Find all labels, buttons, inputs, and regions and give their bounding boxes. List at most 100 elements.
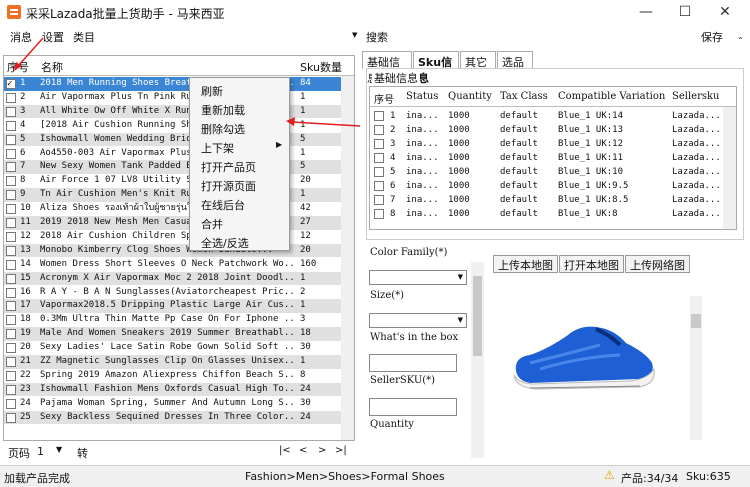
sku-cell-tax: default: [500, 209, 538, 219]
sku-col-variation[interactable]: Compatible Variation: [558, 91, 665, 102]
upload-web-image-button[interactable]: 上传网络图: [625, 255, 690, 273]
sku-row-checkbox[interactable]: [374, 111, 384, 121]
open-local-image-button[interactable]: 打开本地图: [559, 255, 624, 273]
form-scrollbar[interactable]: [471, 262, 484, 458]
sku-row[interactable]: 5 ina... 1000 default Blue_1 UK:10 Lazada...: [370, 165, 725, 179]
sku-row-checkbox[interactable]: [374, 125, 384, 135]
whats-in-box-label: What's in the box: [370, 332, 459, 343]
status-text: 加载产品完成: [4, 472, 70, 485]
tab-other[interactable]: 其它: [460, 51, 496, 69]
color-family-label: Color Family(*): [370, 247, 448, 258]
form-scroll-thumb[interactable]: [473, 276, 482, 356]
sku-cell-seller: Lazada...: [672, 167, 721, 177]
size-select[interactable]: ▼: [369, 313, 467, 328]
sku-row-checkbox[interactable]: [374, 153, 384, 163]
sku-cell-seller: Lazada...: [672, 209, 721, 219]
whats-in-box-input[interactable]: [369, 354, 457, 372]
product-shoe-image: [513, 326, 655, 390]
sku-cell-no: 5: [390, 167, 396, 177]
sku-cell-status: ina...: [406, 125, 439, 135]
sku-row-checkbox[interactable]: [374, 139, 384, 149]
sku-cell-status: ina...: [406, 167, 439, 177]
sku-cell-qty: 1000: [448, 167, 470, 177]
sku-cell-var: Blue_1 UK:10: [558, 167, 624, 177]
sku-cell-no: 3: [390, 139, 396, 149]
sku-row-checkbox[interactable]: [374, 209, 384, 219]
sku-cell-qty: 1000: [448, 125, 470, 135]
image-scrollbar[interactable]: [690, 296, 702, 440]
sku-cell-status: ina...: [406, 209, 439, 219]
warning-icon: ⚠: [604, 468, 615, 482]
sku-cell-seller: Lazada...: [672, 139, 721, 149]
sku-cell-seller: Lazada...: [672, 181, 721, 191]
sku-col-sellersku[interactable]: Sellersku: [672, 91, 720, 102]
sku-col-index[interactable]: 序号: [374, 91, 394, 106]
sku-row[interactable]: 2 ina... 1000 default Blue_1 UK:13 Lazada...: [370, 123, 725, 137]
sku-cell-var: Blue_1 UK:13: [558, 125, 624, 135]
image-scroll-thumb[interactable]: [691, 314, 701, 328]
sku-row[interactable]: 8 ina... 1000 default Blue_1 UK:8 Lazada...: [370, 207, 725, 221]
sku-cell-tax: default: [500, 181, 538, 191]
sku-cell-status: ina...: [406, 139, 439, 149]
sku-col-status[interactable]: Status: [406, 91, 438, 102]
seller-sku-input[interactable]: [369, 398, 457, 416]
sku-row[interactable]: 1 ina... 1000 default Blue_1 UK:14 Lazada...: [370, 109, 725, 123]
sku-cell-seller: Lazada...: [672, 195, 721, 205]
tab-basic-info[interactable]: 基础信息: [362, 51, 412, 85]
size-label: Size(*): [370, 290, 405, 301]
sku-cell-seller: Lazada...: [672, 111, 721, 121]
sku-row[interactable]: 6 ina... 1000 default Blue_1 UK:9.5 Lazada...: [370, 179, 725, 193]
sku-row[interactable]: 4 ina... 1000 default Blue_1 UK:11 Lazada...: [370, 151, 725, 165]
tab-product-select[interactable]: 选品: [497, 51, 533, 69]
sku-cell-no: 8: [390, 209, 396, 219]
sku-cell-tax: default: [500, 125, 538, 135]
sku-cell-var: Blue_1 UK:12: [558, 139, 624, 149]
product-count: 产品:34/34: [621, 472, 679, 485]
seller-sku-label: SellerSKU(*): [370, 375, 436, 386]
sku-cell-seller: Lazada...: [672, 153, 721, 163]
sku-cell-no: 2: [390, 125, 396, 135]
sku-cell-status: ina...: [406, 111, 439, 121]
sku-cell-tax: default: [500, 195, 538, 205]
sku-cell-var: Blue_1 UK:11: [558, 153, 624, 163]
sku-cell-qty: 1000: [448, 195, 470, 205]
sku-row-checkbox[interactable]: [374, 195, 384, 205]
sku-col-quantity[interactable]: Quantity: [448, 91, 492, 102]
sku-grid: 序号 Status Quantity Tax Class Compatible …: [369, 86, 737, 230]
category-path: Fashion>Men>Shoes>Formal Shoes: [245, 470, 445, 483]
sku-cell-var: Blue_1 UK:8.5: [558, 195, 629, 205]
sku-cell-qty: 1000: [448, 153, 470, 163]
sku-cell-tax: default: [500, 111, 538, 121]
sku-cell-qty: 1000: [448, 111, 470, 121]
chevron-down-icon: ▼: [457, 316, 463, 324]
sku-cell-qty: 1000: [448, 209, 470, 219]
sku-cell-tax: default: [500, 167, 538, 177]
sku-scrollbar[interactable]: [723, 107, 736, 229]
sku-row-checkbox[interactable]: [374, 167, 384, 177]
tab-sku-info[interactable]: Sku信息: [413, 51, 459, 85]
sku-cell-qty: 1000: [448, 139, 470, 149]
sku-cell-qty: 1000: [448, 181, 470, 191]
sku-cell-tax: default: [500, 139, 538, 149]
sku-grid-header: 序号 Status Quantity Tax Class Compatible …: [370, 87, 736, 107]
sku-cell-status: ina...: [406, 195, 439, 205]
sku-cell-tax: default: [500, 153, 538, 163]
sku-row[interactable]: 3 ina... 1000 default Blue_1 UK:12 Lazada...: [370, 137, 725, 151]
sku-cell-seller: Lazada...: [672, 125, 721, 135]
chevron-down-icon: ▼: [457, 273, 463, 281]
group-title: 基础信息: [372, 70, 420, 86]
upload-local-image-button[interactable]: 上传本地图: [493, 255, 558, 273]
quantity-label: Quantity: [370, 419, 414, 430]
sku-count: Sku:635: [686, 470, 731, 483]
sku-cell-var: Blue_1 UK:14: [558, 111, 624, 121]
sku-row[interactable]: 7 ina... 1000 default Blue_1 UK:8.5 Lazada...: [370, 193, 725, 207]
sku-cell-status: ina...: [406, 181, 439, 191]
sku-cell-var: Blue_1 UK:8: [558, 209, 618, 219]
color-family-select[interactable]: ▼: [369, 270, 467, 285]
sku-row-checkbox[interactable]: [374, 181, 384, 191]
sku-cell-var: Blue_1 UK:9.5: [558, 181, 629, 191]
sku-cell-no: 6: [390, 181, 396, 191]
sku-cell-no: 7: [390, 195, 396, 205]
sku-cell-no: 4: [390, 153, 396, 163]
sku-col-tax[interactable]: Tax Class: [500, 91, 548, 102]
